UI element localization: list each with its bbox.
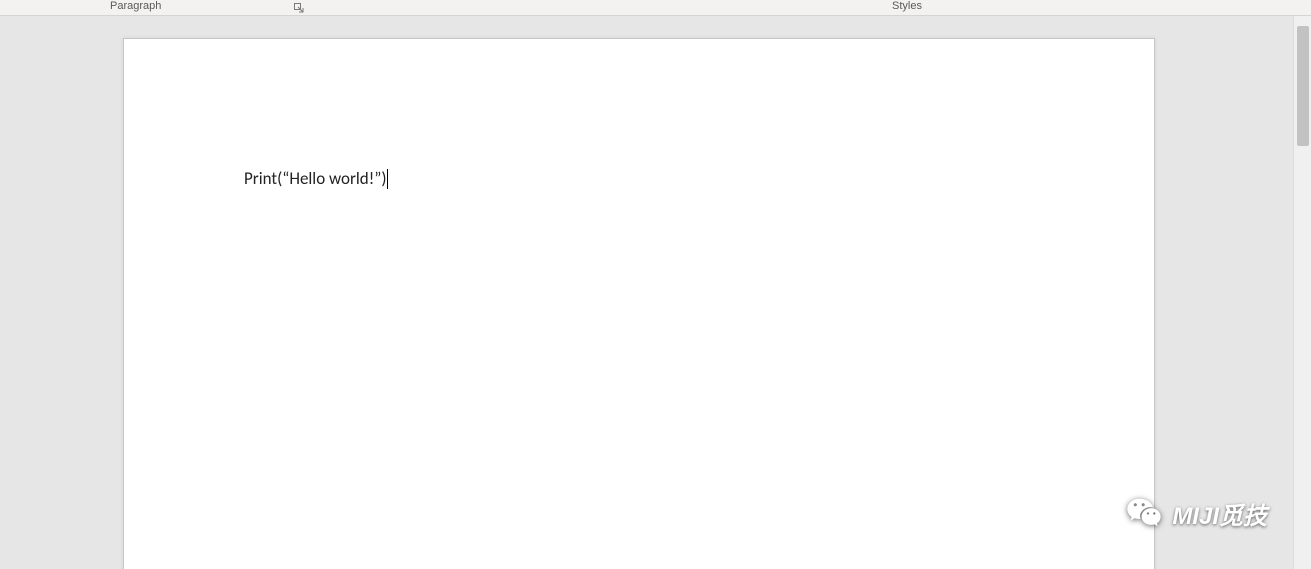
ribbon-group-paragraph-label: Paragraph: [110, 0, 161, 12]
ribbon-group-labels: Paragraph Styles: [0, 0, 1311, 16]
document-workspace: Print(“Hello world!”): [0, 16, 1311, 569]
vertical-scrollbar[interactable]: [1293, 16, 1311, 569]
paragraph-dialog-launcher-icon[interactable]: [293, 2, 305, 14]
scrollbar-thumb[interactable]: [1297, 26, 1309, 146]
document-page[interactable]: Print(“Hello world!”): [123, 38, 1155, 569]
ribbon-group-styles-label: Styles: [892, 0, 922, 12]
document-body-text[interactable]: Print(“Hello world!”): [244, 168, 388, 189]
